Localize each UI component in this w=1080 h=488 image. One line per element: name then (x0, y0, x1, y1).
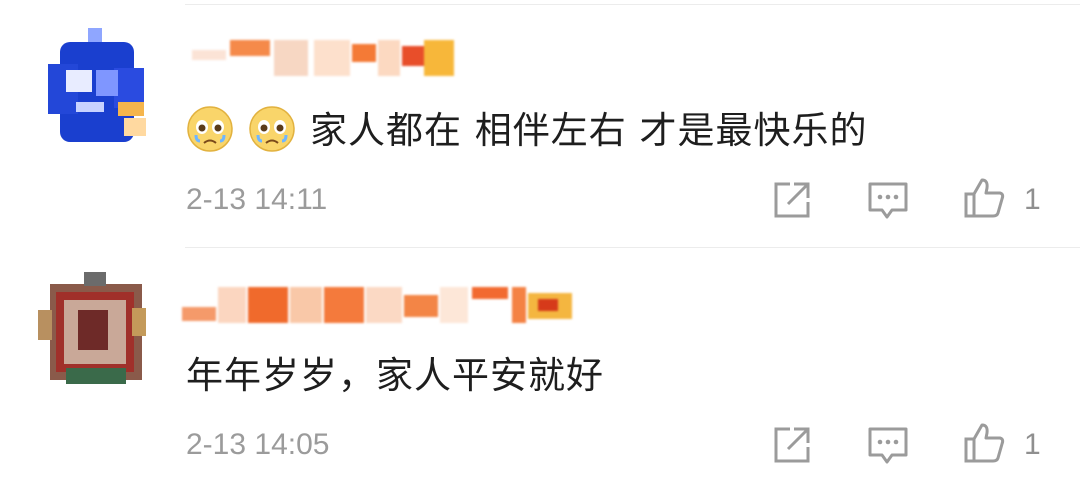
comment-text-content: 家人都在 相伴左右 才是最快乐的 (310, 109, 868, 152)
avatar[interactable] (38, 270, 148, 390)
comment-divider (185, 247, 1080, 248)
avatar[interactable] (38, 24, 148, 144)
reply-icon[interactable] (866, 180, 910, 224)
like-count: 1 (1024, 183, 1041, 216)
username-redacted[interactable] (182, 287, 572, 323)
thumbs-up-icon[interactable] (962, 176, 1006, 220)
thumbs-up-icon[interactable] (962, 421, 1006, 465)
comment-text: 家人都在 相伴左右 才是最快乐的 (186, 105, 868, 153)
share-icon[interactable] (770, 423, 814, 467)
share-icon[interactable] (770, 178, 814, 222)
username-redacted[interactable] (192, 40, 454, 76)
comment-time: 2-13 14:05 (186, 428, 330, 461)
like-count: 1 (1024, 428, 1041, 461)
comment-time: 2-13 14:11 (186, 183, 328, 216)
top-divider (185, 4, 1080, 5)
reply-icon[interactable] (866, 425, 910, 469)
crying-face-icon (249, 106, 295, 152)
comment-text: 年年岁岁，家人平安就好 (186, 354, 604, 397)
crying-face-icon (187, 106, 233, 152)
